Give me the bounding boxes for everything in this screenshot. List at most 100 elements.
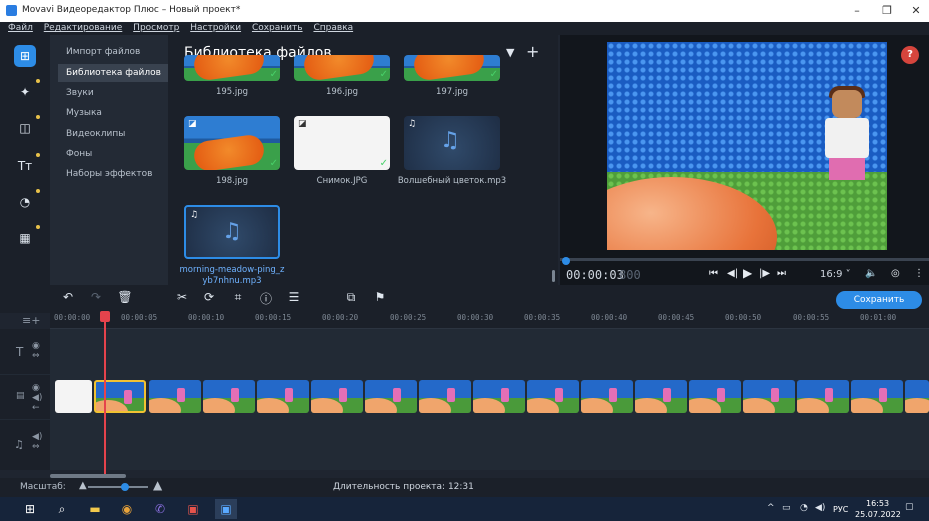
viber-icon[interactable]: ✆ bbox=[149, 499, 171, 519]
next-frame-icon[interactable]: |▶ bbox=[759, 268, 770, 279]
category-sounds[interactable]: Звуки bbox=[58, 84, 168, 102]
category-effect-packs[interactable]: Наборы эффектов bbox=[58, 165, 168, 183]
menu-save[interactable]: Сохранить bbox=[252, 22, 303, 35]
info-icon[interactable]: ⓘ bbox=[258, 290, 274, 307]
adjust-icon[interactable]: ☰ bbox=[286, 290, 302, 304]
minimize-button[interactable]: – bbox=[842, 2, 872, 20]
notifications-icon[interactable]: ▢ bbox=[905, 502, 914, 512]
chrome-icon[interactable]: ◉ bbox=[116, 499, 138, 519]
movavi-taskbar-icon[interactable]: ▣ bbox=[215, 499, 237, 519]
video-clip[interactable] bbox=[149, 380, 201, 413]
overlay-icon[interactable]: ⧉ bbox=[343, 290, 359, 305]
aspect-ratio-select[interactable]: 16:9 ˅ bbox=[820, 269, 851, 280]
language-indicator[interactable]: РУС bbox=[833, 505, 848, 514]
network-icon[interactable]: ◔ bbox=[800, 503, 808, 513]
cut-icon[interactable]: ✂ bbox=[174, 290, 190, 304]
rotate-icon[interactable]: ⟳ bbox=[201, 290, 217, 304]
video-clip[interactable] bbox=[635, 380, 687, 413]
eye-icon[interactable]: ◉ bbox=[32, 383, 40, 393]
undo-icon[interactable]: ↶ bbox=[60, 290, 76, 304]
more-options-icon[interactable]: ⋮ bbox=[914, 268, 924, 279]
video-clip[interactable] bbox=[581, 380, 633, 413]
add-icon[interactable]: + bbox=[526, 42, 539, 61]
titles-icon[interactable]: Tт bbox=[14, 153, 40, 177]
snapshot-icon[interactable]: ◎ bbox=[891, 268, 900, 279]
file-thumb[interactable]: ✓ bbox=[294, 55, 390, 81]
menu-file[interactable]: Файл bbox=[8, 22, 33, 35]
file-thumb[interactable]: ◪ ✓ bbox=[184, 116, 280, 170]
volume-icon[interactable]: ◀) bbox=[32, 432, 42, 442]
video-clip[interactable] bbox=[419, 380, 471, 413]
menu-settings[interactable]: Настройки bbox=[190, 22, 241, 35]
video-clip[interactable] bbox=[55, 380, 92, 413]
magic-wand-icon[interactable]: ✦ bbox=[14, 79, 40, 103]
link-icon[interactable]: ⇔ bbox=[32, 442, 40, 452]
category-import[interactable]: Импорт файлов bbox=[58, 43, 168, 61]
start-icon[interactable]: ⊞ bbox=[19, 499, 41, 519]
play-icon[interactable]: ▶ bbox=[743, 266, 752, 280]
video-clip[interactable] bbox=[905, 380, 929, 413]
category-music[interactable]: Музыка bbox=[58, 104, 168, 122]
redo-icon[interactable]: ↷ bbox=[88, 290, 104, 304]
zoom-in-icon[interactable]: ▲ bbox=[153, 478, 162, 492]
search-icon[interactable]: ⌕ bbox=[51, 499, 73, 519]
file-thumb[interactable]: ✓ bbox=[184, 55, 280, 81]
video-clip[interactable] bbox=[365, 380, 417, 413]
video-clip[interactable] bbox=[203, 380, 255, 413]
video-clip[interactable] bbox=[527, 380, 579, 413]
menu-view[interactable]: Просмотр bbox=[133, 22, 179, 35]
video-clip[interactable] bbox=[743, 380, 795, 413]
file-thumb[interactable]: ◪ ✓ bbox=[294, 116, 390, 170]
volume-icon[interactable]: ◀) bbox=[32, 393, 42, 403]
category-videoclips[interactable]: Видеоклипы bbox=[58, 125, 168, 143]
category-library[interactable]: Библиотека файлов bbox=[58, 64, 168, 82]
more-tools-icon[interactable]: ▦ bbox=[14, 225, 40, 249]
video-preview[interactable] bbox=[607, 42, 887, 250]
save-button[interactable]: Сохранить bbox=[836, 291, 922, 309]
file-thumb[interactable]: ✓ bbox=[404, 55, 500, 81]
powerpoint-icon[interactable]: ▣ bbox=[182, 499, 204, 519]
time-ruler[interactable]: 00:00:00 00:00:05 00:00:10 00:00:15 00:0… bbox=[50, 311, 929, 329]
library-scrollbar[interactable] bbox=[552, 270, 555, 282]
zoom-slider[interactable] bbox=[88, 486, 148, 488]
add-track-icon[interactable]: ≡+ bbox=[22, 314, 40, 327]
playback-progress-bar[interactable] bbox=[560, 258, 929, 261]
video-clip[interactable] bbox=[257, 380, 309, 413]
stickers-icon[interactable]: ◔ bbox=[14, 189, 40, 213]
video-clip[interactable] bbox=[311, 380, 363, 413]
delete-icon[interactable]: 🗑 bbox=[117, 290, 133, 304]
volume-icon[interactable]: 🔈 bbox=[865, 268, 877, 279]
playhead[interactable] bbox=[104, 313, 106, 475]
zoom-slider-knob[interactable] bbox=[121, 483, 129, 491]
marker-flag-icon[interactable]: ⚑ bbox=[372, 290, 388, 304]
link-icon[interactable]: ← bbox=[32, 403, 40, 413]
import-icon[interactable]: ⊞ bbox=[14, 45, 36, 67]
zoom-out-icon[interactable]: ▲ bbox=[79, 480, 87, 491]
video-clip[interactable] bbox=[473, 380, 525, 413]
menu-help[interactable]: Справка bbox=[313, 22, 353, 35]
transitions-icon[interactable]: ◫ bbox=[14, 115, 40, 139]
video-clip[interactable] bbox=[797, 380, 849, 413]
maximize-button[interactable]: ❐ bbox=[872, 2, 902, 20]
file-explorer-icon[interactable]: ▬ bbox=[84, 499, 106, 519]
menu-edit[interactable]: Редактирование bbox=[44, 22, 123, 35]
skip-start-icon[interactable]: ⏮ bbox=[709, 268, 718, 279]
battery-icon[interactable]: ▭ bbox=[782, 503, 791, 513]
skip-end-icon[interactable]: ⏭ bbox=[777, 268, 786, 279]
clock-date[interactable]: 25.07.2022 bbox=[855, 510, 901, 519]
close-button[interactable]: ✕ bbox=[901, 2, 929, 20]
category-backgrounds[interactable]: Фоны bbox=[58, 145, 168, 163]
link-icon[interactable]: ⇔ bbox=[32, 351, 40, 361]
file-thumb-selected[interactable]: ♫ ♫ bbox=[184, 205, 280, 259]
playhead-handle[interactable] bbox=[100, 311, 110, 322]
tray-chevron-icon[interactable]: ^ bbox=[767, 503, 775, 513]
crop-icon[interactable]: ⌗ bbox=[230, 290, 246, 305]
video-clip[interactable] bbox=[689, 380, 741, 413]
playback-progress-knob[interactable] bbox=[562, 257, 570, 265]
filter-icon[interactable]: ▼ bbox=[506, 46, 514, 59]
video-clip[interactable] bbox=[851, 380, 903, 413]
video-clip-selected[interactable] bbox=[94, 380, 146, 413]
clock-time[interactable]: 16:53 bbox=[866, 499, 889, 508]
prev-frame-icon[interactable]: ◀| bbox=[727, 268, 738, 279]
file-thumb[interactable]: ♫ ♫ bbox=[404, 116, 500, 170]
